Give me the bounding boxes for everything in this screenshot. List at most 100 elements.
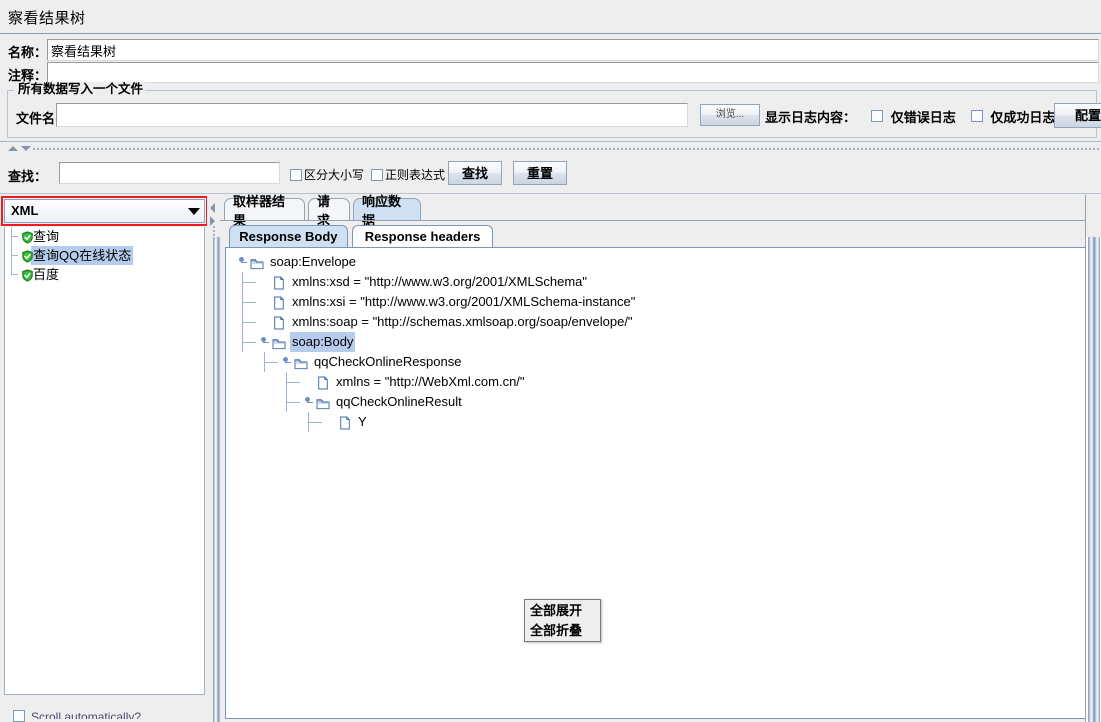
name-input[interactable] xyxy=(47,39,1099,61)
list-item-label: 百度 xyxy=(31,265,61,284)
tree-node[interactable]: qqCheckOnlineResult xyxy=(232,392,1082,412)
tree-node[interactable]: xmlns:soap = "http://schemas.xmlsoap.org… xyxy=(232,312,1082,332)
response-subtabs[interactable]: Response BodyResponse headers xyxy=(225,225,1101,247)
page-title: 察看结果树 xyxy=(8,7,86,28)
collapse-down-icon[interactable] xyxy=(21,146,31,151)
folder-icon xyxy=(250,256,264,268)
tree-node-label: soap:Envelope xyxy=(268,252,358,272)
tree-line xyxy=(11,274,18,275)
tree-line xyxy=(286,402,300,403)
subtab-0[interactable]: Response Body xyxy=(229,225,348,247)
collapse-left-icon[interactable] xyxy=(210,203,215,213)
collapse-up-icon[interactable] xyxy=(8,146,18,151)
groupbox-border-left xyxy=(8,90,14,91)
folder-icon xyxy=(316,396,330,408)
scroll-automatically-checkbox[interactable] xyxy=(13,710,25,722)
config-panel: 名称： 注释： 所有数据写入一个文件 文件名 浏览... 显示日志内容： 仅错误… xyxy=(0,35,1101,140)
results-area: XML 查询查询QQ在线状态百度 Scroll automatically? 取… xyxy=(0,195,1101,722)
expander-toggle-icon[interactable] xyxy=(281,358,290,367)
expander-toggle-icon[interactable] xyxy=(303,398,312,407)
tree-node-label: xmlns:xsd = "http://www.w3.org/2001/XMLS… xyxy=(290,272,589,292)
regex-checkbox[interactable] xyxy=(371,169,383,181)
regex-label: 正则表达式 xyxy=(385,166,445,183)
tree-line xyxy=(308,422,322,423)
search-label: 查找： xyxy=(8,166,47,185)
chevron-down-icon[interactable] xyxy=(188,208,200,215)
folder-icon xyxy=(272,336,286,348)
sampler-result-list[interactable]: 查询查询QQ在线状态百度 xyxy=(4,227,205,695)
menu-item-expand-all[interactable]: 全部展开 xyxy=(525,601,600,621)
only-error-log-checkbox[interactable] xyxy=(871,110,883,122)
expander-toggle-icon[interactable] xyxy=(237,258,246,267)
comment-row: 注释： xyxy=(0,62,1101,84)
page-icon xyxy=(273,276,287,288)
tab-2[interactable]: 响应数据 xyxy=(353,198,421,221)
tree-node[interactable]: soap:Envelope xyxy=(232,252,1082,272)
window-vertical-scrollbar[interactable] xyxy=(1085,237,1101,722)
menu-item-collapse-all[interactable]: 全部折叠 xyxy=(525,621,600,641)
filename-input[interactable] xyxy=(56,103,688,127)
tree-context-menu[interactable]: 全部展开 全部折叠 xyxy=(524,599,601,642)
configure-button[interactable]: 配置 xyxy=(1054,103,1101,128)
tree-node[interactable]: Y xyxy=(232,412,1082,432)
tree-line xyxy=(242,342,256,343)
subtab-1[interactable]: Response headers xyxy=(352,225,494,247)
browse-button[interactable]: 浏览... xyxy=(700,104,760,126)
folder-icon xyxy=(294,356,308,368)
list-item[interactable]: 查询QQ在线状态 xyxy=(5,246,204,265)
page-icon xyxy=(339,416,353,428)
tab-1[interactable]: 请求 xyxy=(308,198,350,221)
scrollbar-thumb[interactable] xyxy=(1088,237,1100,722)
list-item[interactable]: 查询 xyxy=(5,227,204,246)
right-panel: 取样器结果请求响应数据 Response BodyResponse header… xyxy=(220,195,1101,722)
left-panel-footer: Scroll automatically? xyxy=(4,697,205,722)
filename-label: 文件名 xyxy=(16,108,55,127)
tab-0[interactable]: 取样器结果 xyxy=(224,198,305,221)
tree-line xyxy=(242,282,256,283)
list-item-label: 查询 xyxy=(31,227,61,246)
success-shield-icon xyxy=(21,268,34,281)
groupbox-title: 所有数据写入一个文件 xyxy=(16,82,145,96)
find-button[interactable]: 查找 xyxy=(448,161,502,185)
tree-line xyxy=(11,236,18,237)
page-icon xyxy=(317,376,331,388)
tree-node[interactable]: soap:Body xyxy=(232,332,1082,352)
list-item-label: 查询QQ在线状态 xyxy=(31,246,133,265)
tree-node-label: qqCheckOnlineResponse xyxy=(312,352,463,372)
groupbox-border-right xyxy=(134,90,1096,91)
response-body-pane[interactable]: soap:Envelopexmlns:xsd = "http://www.w3.… xyxy=(225,247,1101,719)
list-item[interactable]: 百度 xyxy=(5,265,204,284)
tree-node[interactable]: xmlns:xsi = "http://www.w3.org/2001/XMLS… xyxy=(232,292,1082,312)
horizontal-split-divider[interactable] xyxy=(0,141,1101,155)
tree-node[interactable]: xmlns = "http://WebXml.com.cn/" xyxy=(232,372,1082,392)
page-icon xyxy=(273,296,287,308)
case-sensitive-checkbox[interactable] xyxy=(290,169,302,181)
tree-node-label: soap:Body xyxy=(290,332,355,352)
window-titlebar: 察看结果树 xyxy=(0,0,1101,34)
tree-node[interactable]: xmlns:xsd = "http://www.w3.org/2001/XMLS… xyxy=(232,272,1082,292)
write-all-data-groupbox: 所有数据写入一个文件 文件名 浏览... 显示日志内容： 仅错误日志 仅成功日志… xyxy=(7,90,1097,138)
only-error-log-label: 仅错误日志 xyxy=(891,110,956,125)
tree-node-label: xmlns:xsi = "http://www.w3.org/2001/XMLS… xyxy=(290,292,637,312)
success-shield-icon xyxy=(21,230,34,243)
scrollbar-corner xyxy=(1085,195,1101,237)
search-input[interactable] xyxy=(59,162,280,184)
renderer-combobox[interactable]: XML xyxy=(4,199,205,223)
tree-line xyxy=(242,322,256,323)
page-icon xyxy=(273,316,287,328)
reset-button[interactable]: 重置 xyxy=(513,161,567,185)
left-panel: XML 查询查询QQ在线状态百度 Scroll automatically? xyxy=(0,195,207,722)
xml-tree[interactable]: soap:Envelopexmlns:xsd = "http://www.w3.… xyxy=(232,252,1082,432)
divider-grip xyxy=(32,147,1099,150)
comment-input[interactable] xyxy=(47,62,1099,83)
tree-line xyxy=(242,302,256,303)
expander-toggle-icon[interactable] xyxy=(259,338,268,347)
case-sensitive-label: 区分大小写 xyxy=(304,166,364,183)
tab-underline xyxy=(220,220,1101,221)
log-display-label: 显示日志内容： xyxy=(765,110,856,125)
left-panel-scrollbar[interactable] xyxy=(213,237,221,722)
only-success-log-checkbox[interactable] xyxy=(971,110,983,122)
jmeter-view-results-tree-window: 察看结果树 名称： 注释： 所有数据写入一个文件 文件名 浏览... 显示日志内… xyxy=(0,0,1101,722)
main-tabs[interactable]: 取样器结果请求响应数据 xyxy=(220,198,1101,221)
tree-node[interactable]: qqCheckOnlineResponse xyxy=(232,352,1082,372)
